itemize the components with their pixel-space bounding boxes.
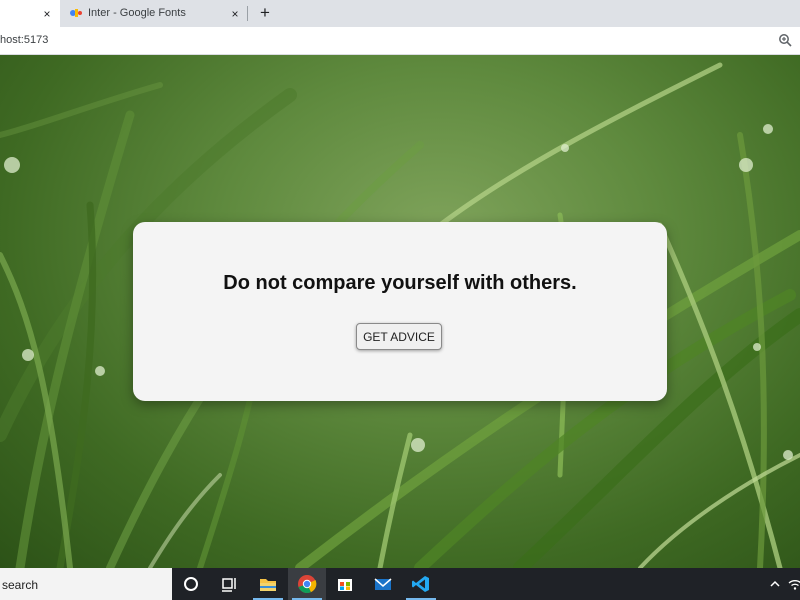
advice-text: Do not compare yourself with others. <box>223 272 577 294</box>
tab-divider <box>247 6 248 21</box>
new-tab-button[interactable]: + <box>256 4 274 22</box>
tab-title: Inter - Google Fonts <box>88 7 186 19</box>
tab-strip: × Inter - Google Fonts × + <box>0 0 800 27</box>
active-tab[interactable]: × <box>0 0 60 27</box>
cortana-icon[interactable] <box>172 568 210 600</box>
vscode-icon[interactable] <box>402 568 440 600</box>
google-fonts-icon <box>70 9 82 17</box>
chrome-icon[interactable] <box>288 568 326 600</box>
tab-inter-google-fonts[interactable]: Inter - Google Fonts × <box>62 0 246 27</box>
url-text[interactable]: host:5173 <box>0 34 48 46</box>
mail-icon[interactable] <box>364 568 402 600</box>
zoom-icon[interactable] <box>778 33 792 47</box>
task-view-icon[interactable] <box>210 568 248 600</box>
windows-taskbar: search <box>0 568 800 600</box>
advice-card: Do not compare yourself with others. GET… <box>133 222 667 401</box>
wifi-icon[interactable] <box>788 577 800 591</box>
taskbar-search-box[interactable]: search <box>0 568 172 600</box>
close-tab-icon[interactable]: × <box>228 7 242 21</box>
close-tab-icon[interactable]: × <box>40 7 54 21</box>
search-text: search <box>2 578 39 592</box>
address-bar[interactable]: host:5173 <box>0 27 800 55</box>
file-explorer-icon[interactable] <box>249 568 287 600</box>
page-viewport: Do not compare yourself with others. GET… <box>0 55 800 568</box>
get-advice-button[interactable]: GET ADVICE <box>356 323 442 350</box>
chevron-up-icon[interactable] <box>768 577 782 591</box>
microsoft-store-icon[interactable] <box>326 568 364 600</box>
